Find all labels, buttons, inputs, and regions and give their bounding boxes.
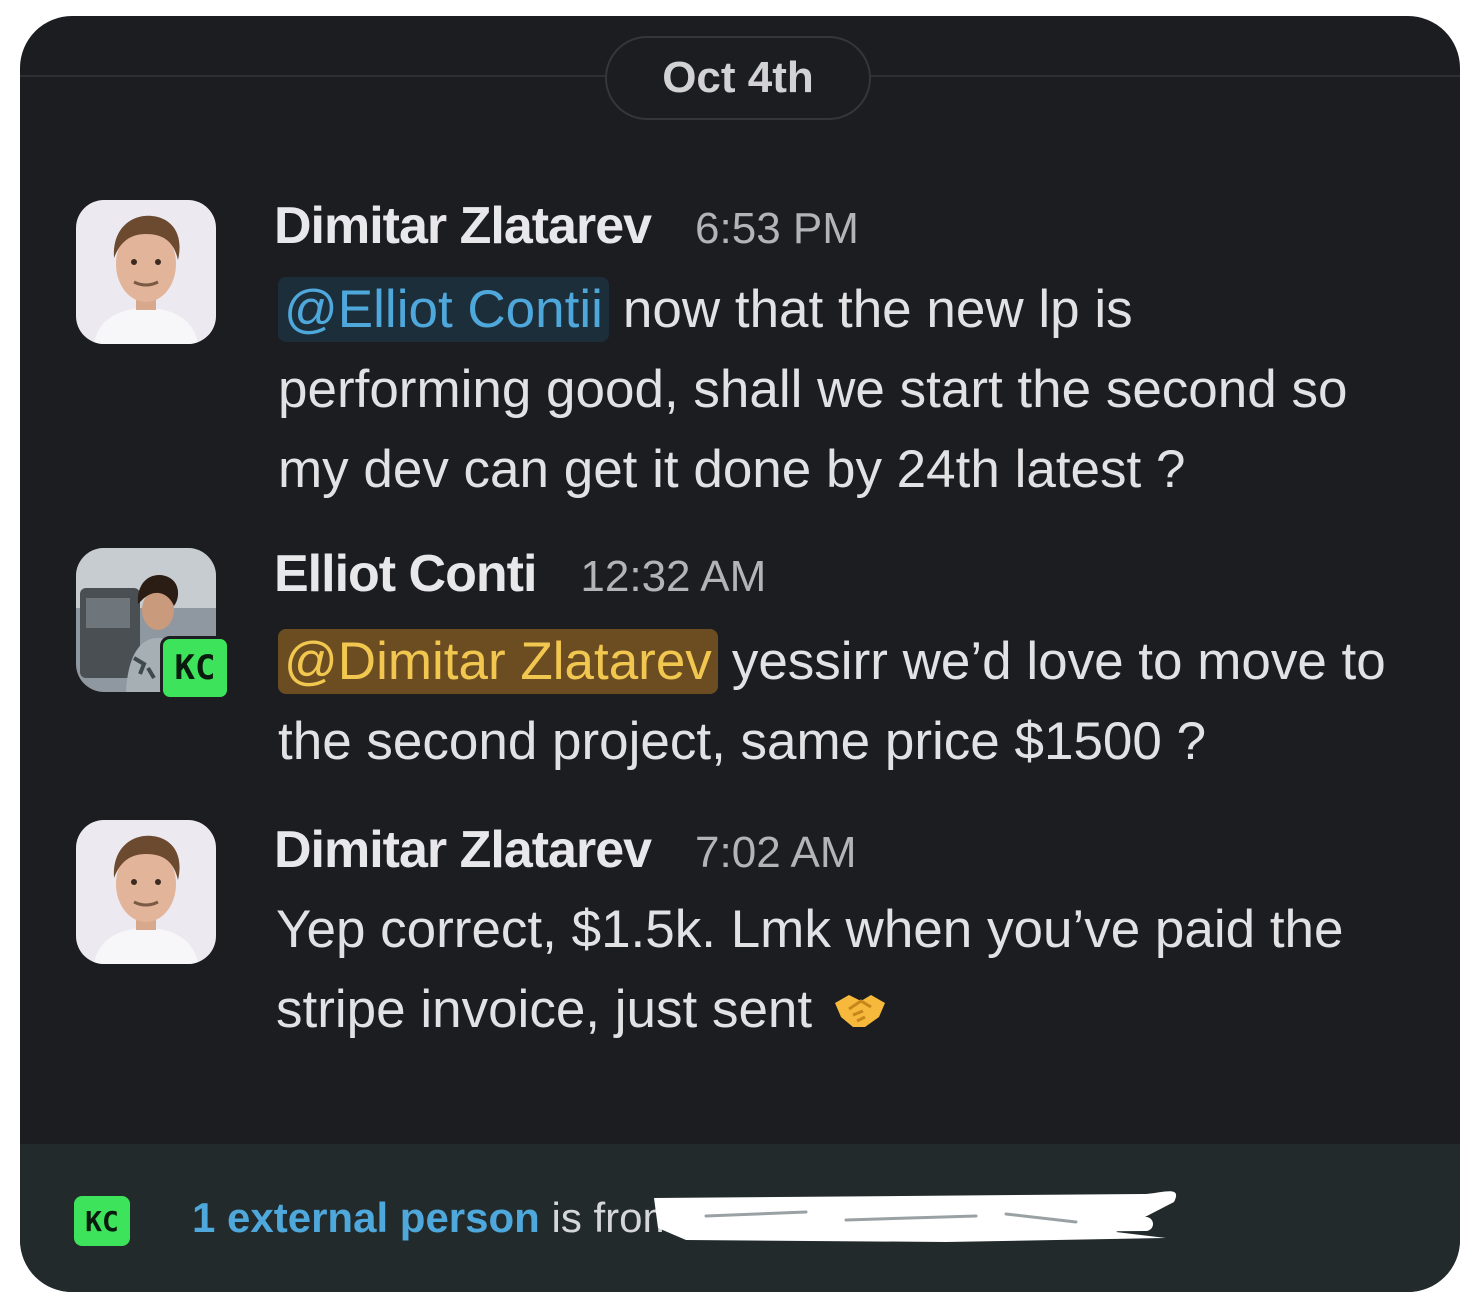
- avatar-photo: [76, 200, 216, 344]
- message-timestamp[interactable]: 6:53 PM: [695, 204, 859, 254]
- external-notice-text: 1 external person is from: [192, 1194, 677, 1242]
- message-timestamp[interactable]: 12:32 AM: [580, 552, 766, 602]
- avatar-photo: [76, 820, 216, 964]
- message-header: Elliot Conti 12:32 AM: [274, 544, 766, 604]
- message-text: @Dimitar Zlatarev yessirr we’d love to mo…: [278, 622, 1398, 782]
- message-header: Dimitar Zlatarev 6:53 PM: [274, 196, 859, 256]
- message-timestamp[interactable]: 7:02 AM: [695, 828, 856, 878]
- handshake-icon: [831, 976, 889, 1056]
- user-mention[interactable]: @Dimitar Zlatarev: [278, 629, 718, 694]
- external-person-link[interactable]: 1 external person: [192, 1194, 540, 1241]
- message-body: Yep correct, $1.5k. Lmk when you’ve paid…: [276, 900, 1344, 1039]
- sender-name[interactable]: Dimitar Zlatarev: [274, 196, 652, 256]
- external-badge: KC: [160, 636, 230, 700]
- message-text: Yep correct, $1.5k. Lmk when you’ve paid…: [276, 890, 1396, 1056]
- message-text: @Elliot Contii now that the new lp is per…: [278, 270, 1398, 510]
- sender-name[interactable]: Dimitar Zlatarev: [274, 820, 652, 880]
- external-people-notice: KC 1 external person is from: [20, 1144, 1460, 1292]
- sender-name[interactable]: Elliot Conti: [274, 544, 537, 604]
- external-badge: KC: [74, 1196, 130, 1246]
- message-header: Dimitar Zlatarev 7:02 AM: [274, 820, 856, 880]
- date-divider[interactable]: Oct 4th: [605, 36, 871, 120]
- avatar-dimitar[interactable]: [76, 820, 216, 964]
- conversation-panel: Oct 4th Dimitar Zlatarev 6:53 PM @Elliot…: [20, 16, 1460, 1292]
- redaction-scribble: [654, 1191, 1177, 1242]
- user-mention[interactable]: @Elliot Contii: [278, 277, 609, 342]
- avatar-dimitar[interactable]: [76, 200, 216, 344]
